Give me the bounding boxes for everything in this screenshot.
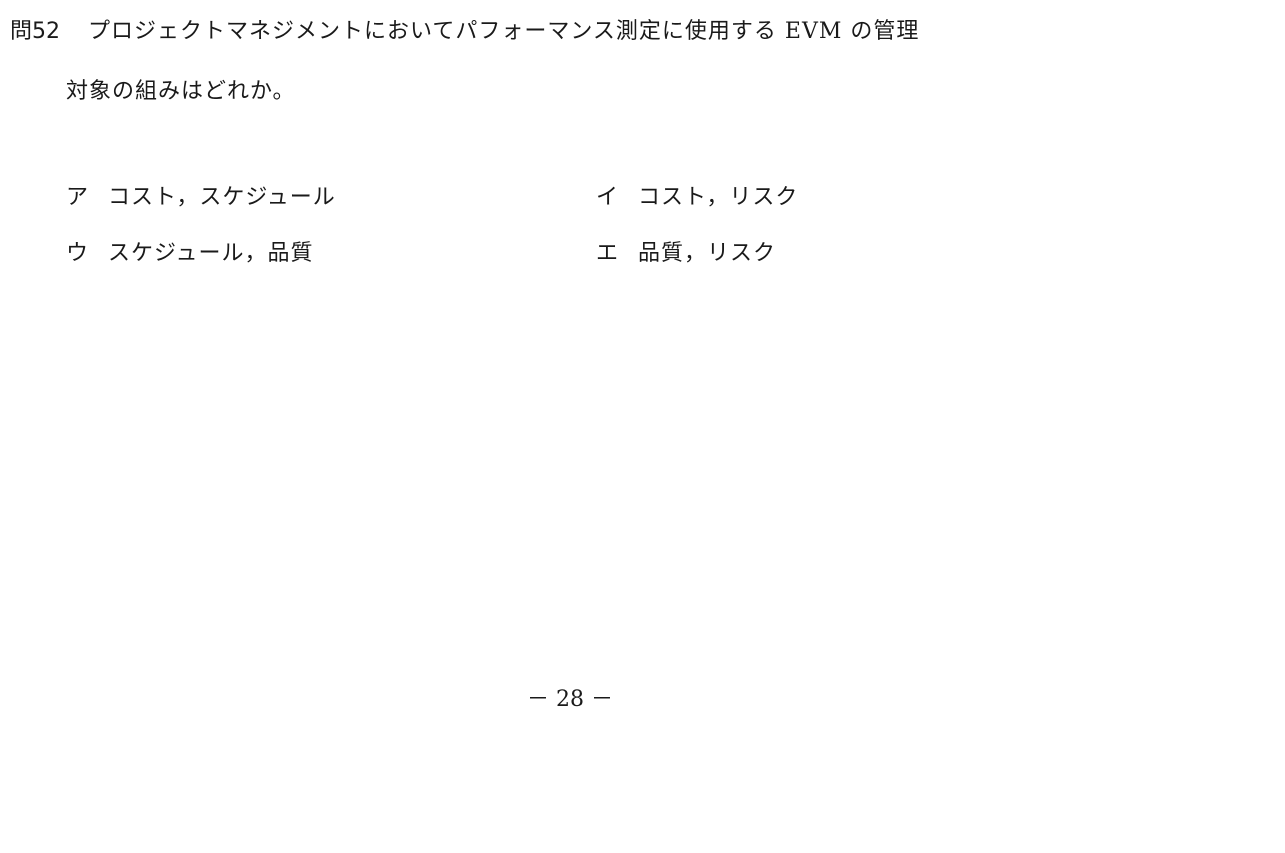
question-text-line2: 対象の組みはどれか。: [66, 79, 296, 104]
choice-e-text: 品質，リスク: [638, 241, 777, 266]
question-number: 問52: [10, 19, 60, 44]
choice-i: イコスト，リスク: [596, 182, 798, 214]
choice-a-text: コスト，スケジュール: [108, 185, 336, 210]
page-number: － 28 －: [527, 687, 613, 712]
choice-u: ウスケジュール，品質: [66, 238, 313, 270]
choice-e: エ品質，リスク: [596, 238, 776, 270]
choice-a-marker: ア: [66, 185, 90, 210]
choice-a: アコスト，スケジュール: [66, 182, 336, 214]
choice-i-marker: イ: [596, 185, 620, 210]
choice-i-text: コスト，リスク: [638, 185, 799, 210]
choice-e-marker: エ: [596, 241, 620, 266]
question-text-line1: プロジェクトマネジメントにおいてパフォーマンス測定に使用する EVM の管理: [88, 19, 920, 44]
choice-u-marker: ウ: [66, 241, 90, 266]
choice-u-text: スケジュール，品質: [108, 241, 314, 266]
